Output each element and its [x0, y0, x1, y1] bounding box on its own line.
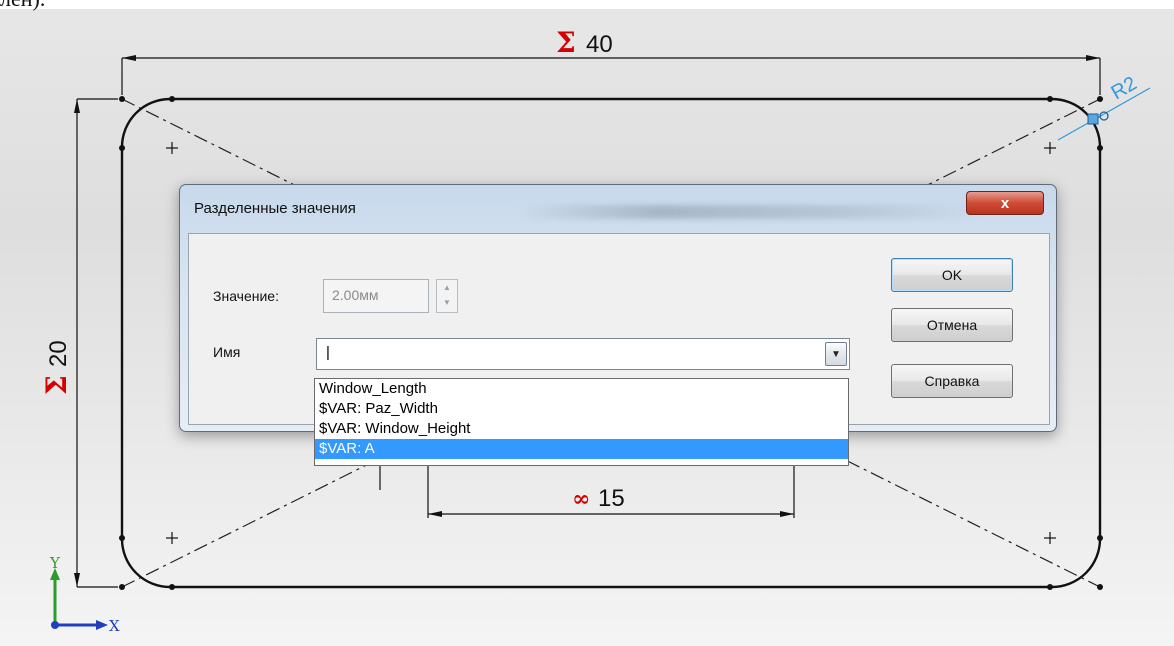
- close-icon: x: [1000, 194, 1010, 212]
- radius-label: R2: [1108, 72, 1141, 104]
- text-caret: |: [326, 344, 330, 361]
- axis-triad-icon: Y X: [49, 554, 120, 635]
- radius-leader: [1057, 87, 1151, 141]
- sum-symbol-width: Σ: [556, 26, 576, 59]
- svg-text:Y: Y: [49, 554, 61, 572]
- value-field[interactable]: 2.00мм: [323, 279, 429, 313]
- dialog-title: Разделенные значения: [194, 200, 356, 217]
- value-spinner[interactable]: ▲ ▼: [436, 279, 458, 313]
- dim-height-label: Σ 20: [40, 340, 73, 395]
- name-combobox[interactable]: | ▼: [316, 338, 850, 370]
- title-bar-blur: [520, 205, 980, 219]
- radius-handle-icon: [1087, 113, 1099, 125]
- chevron-down-icon: ▼: [831, 348, 841, 360]
- dimension-height: [76, 98, 118, 588]
- list-item[interactable]: $VAR: Paz_Width: [315, 399, 848, 419]
- svg-text:X: X: [109, 617, 120, 635]
- list-item[interactable]: Window_Length: [315, 379, 848, 399]
- dropdown-button[interactable]: ▼: [825, 342, 847, 366]
- help-button[interactable]: Справка: [891, 364, 1013, 398]
- close-button[interactable]: x: [966, 191, 1044, 215]
- name-label: Имя: [213, 344, 241, 360]
- cancel-button[interactable]: Отмена: [891, 308, 1013, 342]
- spin-down-icon[interactable]: ▼: [437, 295, 457, 310]
- name-dropdown-list[interactable]: Window_Length $VAR: Paz_Width $VAR: Wind…: [314, 378, 849, 466]
- value-label: Значение:: [213, 288, 279, 304]
- svg-text:Σ: Σ: [40, 375, 73, 395]
- spin-up-icon[interactable]: ▲: [437, 280, 457, 295]
- infinity-symbol: ∞: [572, 486, 590, 512]
- list-item[interactable]: $VAR: Window_Height: [315, 419, 848, 439]
- svg-text:20: 20: [45, 340, 72, 367]
- dimension-width: [121, 57, 1101, 95]
- ok-button[interactable]: OK: [891, 258, 1013, 292]
- list-item-selected[interactable]: $VAR: A: [315, 439, 848, 459]
- dim-width-text: 40: [586, 31, 613, 58]
- dim-bottom-text: 15: [598, 485, 625, 512]
